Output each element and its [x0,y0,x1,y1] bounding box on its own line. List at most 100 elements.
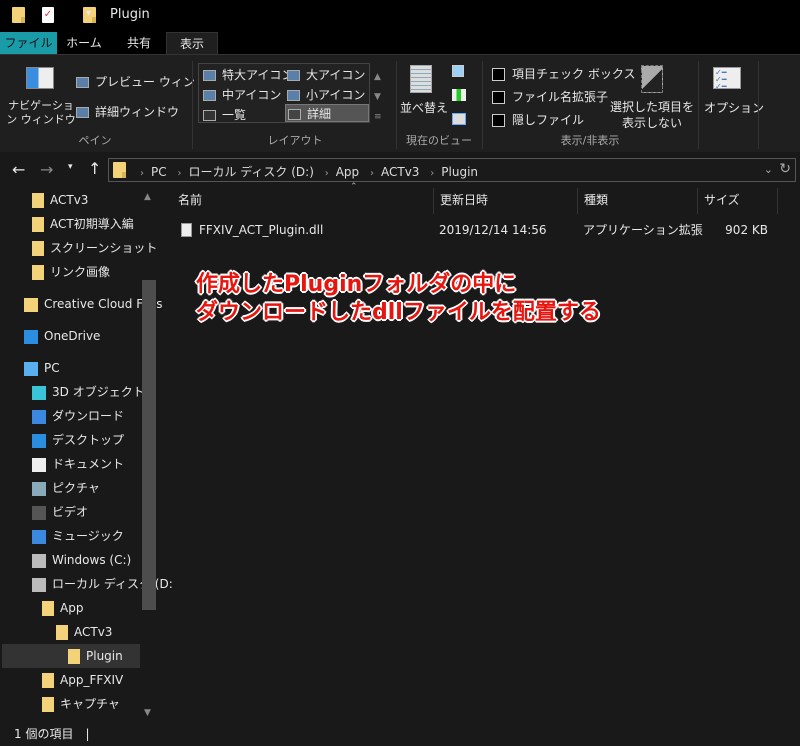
dll-file-icon [181,223,192,237]
nav-item-label: PC [44,361,60,375]
navigation-pane-button[interactable]: ナビゲーション ウィンドウ [6,99,76,127]
group-by-icon[interactable] [452,65,464,77]
nav-item[interactable]: ACT初期導入編 [32,212,172,236]
column-size[interactable]: サイズ [698,188,778,214]
nav-item-label: App [60,601,84,615]
nav-item-label: ダウンロード [52,409,125,423]
layout-medium-icons[interactable]: 中アイコン [203,86,281,103]
add-columns-icon[interactable] [452,89,466,101]
annotation-line: 作成したPluginフォルダの中に [196,272,517,297]
breadcrumb-drive-d[interactable]: ローカル ディスク (D:) [188,165,313,179]
window-title: Plugin [110,7,150,22]
nav-item-label: デスクトップ [52,433,125,447]
layout-gallery: 特大アイコン 大アイコン 中アイコン 小アイコン 一覧 詳細 [198,63,370,123]
checkbox[interactable] [492,114,505,127]
breadcrumb-pc[interactable]: PC [151,165,167,179]
tab-share[interactable]: 共有 [114,32,164,54]
music-icon [32,529,46,544]
file-modified: 2019/12/14 14:56 [439,223,547,237]
sort-by-button[interactable]: 並べ替え [400,99,448,116]
nav-scrollbar-thumb[interactable] [142,280,156,610]
nav-item-label: ミュージック [52,529,124,543]
desktop-icon [32,433,46,448]
properties-icon[interactable]: ✓ [42,7,54,23]
checkbox[interactable] [492,68,505,81]
folder-icon [42,673,54,688]
layout-details[interactable]: 詳細 [285,104,369,122]
pc-icon [24,361,38,376]
size-columns-icon[interactable] [452,113,466,125]
tab-home[interactable]: ホーム [60,32,108,54]
drive-icon [32,553,46,568]
nav-item[interactable]: ACTv3 [32,188,172,212]
forward-button[interactable]: → [40,160,53,179]
column-name[interactable]: 名前 [160,188,434,214]
layout-large-icons[interactable]: 大アイコン [287,66,365,83]
hide-selected-icon [641,65,663,93]
breadcrumb-app[interactable]: App [336,165,359,179]
file-row[interactable]: FFXIV_ACT_Plugin.dll 2019/12/14 14:56 アプ… [160,218,780,242]
recent-locations-icon[interactable]: ▾ [68,162,73,172]
navigation-pane: ACTv3 ACT初期導入編 スクリーンショット リンク画像 Creative Clou… [0,188,172,722]
extra-large-icons-icon [203,70,216,81]
scroll-down-icon[interactable]: ▼ [144,708,151,718]
tab-file[interactable]: ファイル [0,32,57,54]
options-button[interactable]: オプション [704,99,764,116]
divider [192,61,193,149]
nav-item[interactable]: スクリーンショット [32,236,172,260]
nav-item-label: Plugin [86,649,123,663]
folder-icon [32,265,44,280]
breadcrumb-actv3[interactable]: ACTv3 [381,165,419,179]
layout-list[interactable]: 一覧 [203,106,246,123]
address-bar[interactable]: › PC › ローカル ディスク (D:) › App › ACTv3 › Plugin … [108,158,796,182]
videos-icon [32,505,46,520]
file-extensions-toggle[interactable]: ファイル名拡張子 [492,88,608,105]
hide-selected-button[interactable]: 選択した項目を 表示しない [610,99,694,131]
nav-item-label: キャプチャ [60,697,120,711]
back-button[interactable]: ← [12,160,25,179]
layout-small-icons[interactable]: 小アイコン [287,86,365,103]
item-checkboxes-toggle[interactable]: 項目チェック ボックス [492,65,635,82]
nav-item-label: 3D オブジェクト [52,385,145,399]
scroll-up-icon[interactable]: ▲ [144,192,151,202]
nav-item-label: App_FFXIV [60,673,124,687]
layout-extra-large-icons[interactable]: 特大アイコン [203,66,293,83]
folder-icon [56,625,68,640]
checkbox[interactable] [492,91,505,104]
group-label-layout: レイアウト [267,134,323,147]
breadcrumb: › PC › ローカル ディスク (D:) › App › ACTv3 › Plugin [140,165,479,179]
hidden-items-toggle[interactable]: 隠しファイル [492,111,584,128]
layout-label: 詳細 [307,107,332,121]
preview-pane-icon [76,77,89,88]
tab-view[interactable]: 表示 [166,32,218,54]
breadcrumb-plugin[interactable]: Plugin [441,165,478,179]
nav-item[interactable]: App [42,596,182,620]
large-icons-icon [287,70,300,81]
up-button[interactable]: ↑ [88,159,101,178]
sort-icon [410,65,432,93]
details-pane-icon [76,107,89,118]
layout-label: 特大アイコン [222,68,294,82]
details-pane-button[interactable]: 詳細ウィンドウ [76,103,179,120]
layout-scroll-icon[interactable]: ▲ ▼ ≡ [374,67,382,127]
details-icon [288,109,301,120]
navigation-pane-icon [26,67,54,89]
nav-item-label: ACT初期導入編 [50,217,134,231]
small-icons-icon [287,90,300,101]
status-bar: 1 個の項目 | [0,722,800,746]
nav-item[interactable]: App_FFXIV [42,668,182,692]
3d-objects-icon [32,385,46,400]
nav-item-label: OneDrive [44,329,101,343]
nav-item[interactable]: Plugin [2,644,140,668]
layout-label: 小アイコン [306,88,366,102]
address-history-dropdown-icon[interactable]: ⌄ [764,163,773,176]
nav-item[interactable]: キャプチャ [42,692,182,716]
column-modified[interactable]: 更新日時 [434,188,578,214]
quick-access-dropdown-icon[interactable]: ▾ [86,8,91,19]
divider [698,61,699,149]
refresh-icon[interactable]: ↻ [779,161,791,177]
nav-item[interactable]: ACTv3 [56,620,196,644]
nav-item-label: スクリーンショット [50,241,158,255]
column-type[interactable]: 種類 [578,188,698,214]
nav-item-label: Windows (C:) [52,553,132,567]
